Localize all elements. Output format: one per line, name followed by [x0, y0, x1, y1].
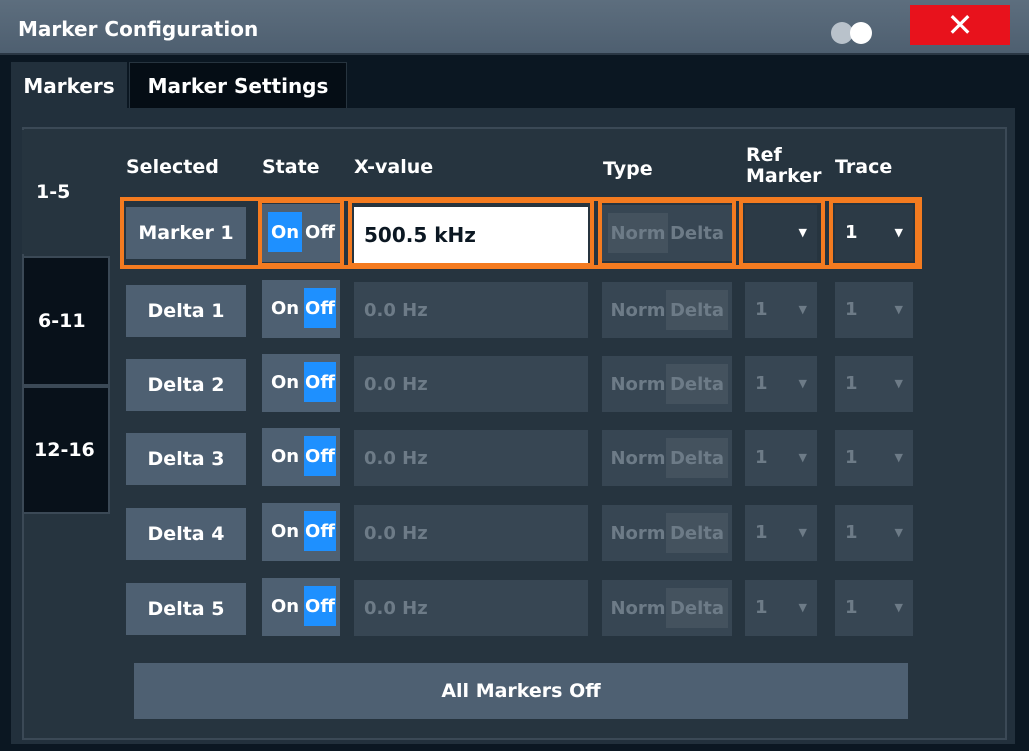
- delta-5-x-value-input[interactable]: 0.0 Hz: [354, 580, 588, 636]
- marker-1-type-selector: Norm Delta: [602, 205, 732, 261]
- state-on[interactable]: On: [268, 288, 302, 328]
- delta-5-type-selector: Norm Delta: [602, 580, 732, 636]
- delta-5-trace-dropdown[interactable]: 1 ▼: [835, 580, 913, 636]
- marker-configuration-dialog: Marker Configuration ✕ Markers Marker Se…: [0, 0, 1029, 751]
- delta-2-trace-dropdown[interactable]: 1 ▼: [835, 356, 913, 412]
- chevron-down-icon: ▼: [798, 601, 807, 614]
- chevron-down-icon: ▼: [798, 526, 807, 539]
- chevron-down-icon: ▼: [894, 226, 903, 239]
- chevron-down-icon: ▼: [798, 303, 807, 316]
- delta-2-state-toggle[interactable]: On Off: [262, 354, 340, 412]
- type-norm: Norm: [610, 522, 666, 544]
- close-icon: ✕: [946, 6, 974, 44]
- delta-1-trace-dropdown[interactable]: 1 ▼: [835, 282, 913, 338]
- delta-4-x-value-input[interactable]: 0.0 Hz: [354, 505, 588, 561]
- type-norm: Norm: [610, 299, 666, 321]
- delta-3-state-toggle[interactable]: On Off: [262, 428, 340, 486]
- tab-marker-settings[interactable]: Marker Settings: [129, 62, 347, 109]
- state-on[interactable]: On: [268, 212, 302, 252]
- delta-1-state-toggle[interactable]: On Off: [262, 280, 340, 338]
- delta-2-x-value-input[interactable]: 0.0 Hz: [354, 356, 588, 412]
- chevron-down-icon: ▼: [894, 303, 903, 316]
- delta-4-ref-marker-dropdown[interactable]: 1 ▼: [745, 505, 817, 561]
- marker-1-trace-dropdown[interactable]: 1 ▼: [835, 205, 913, 261]
- range-tab-12-16[interactable]: 12-16: [22, 386, 110, 514]
- chevron-down-icon: ▼: [894, 451, 903, 464]
- delta-2-ref-marker-dropdown[interactable]: 1 ▼: [745, 356, 817, 412]
- type-delta: Delta: [666, 364, 728, 404]
- display-toggle-icon[interactable]: [831, 22, 877, 44]
- header-trace: Trace: [835, 156, 893, 178]
- marker-1-x-value-input[interactable]: 500.5 kHz: [354, 207, 588, 263]
- header-x-value: X-value: [354, 156, 434, 178]
- delta-5-ref-marker-dropdown[interactable]: 1 ▼: [745, 580, 817, 636]
- type-norm: Norm: [610, 447, 666, 469]
- delta-1-x-value-input[interactable]: 0.0 Hz: [354, 282, 588, 338]
- state-off[interactable]: Off: [304, 362, 336, 402]
- state-off[interactable]: Off: [304, 511, 336, 551]
- range-tab-1-5[interactable]: 1-5: [22, 130, 110, 254]
- marker-1-select-button[interactable]: Marker 1: [126, 207, 246, 259]
- chevron-down-icon: ▼: [798, 226, 807, 239]
- state-on[interactable]: On: [268, 511, 302, 551]
- state-off[interactable]: Off: [304, 586, 336, 626]
- delta-4-select-button[interactable]: Delta 4: [126, 508, 246, 560]
- state-on[interactable]: On: [268, 586, 302, 626]
- delta-3-select-button[interactable]: Delta 3: [126, 433, 246, 485]
- header-type: Type: [603, 158, 653, 180]
- range-tab-6-11[interactable]: 6-11: [22, 256, 110, 386]
- delta-3-x-value-input[interactable]: 0.0 Hz: [354, 430, 588, 486]
- type-delta: Delta: [666, 438, 728, 478]
- dialog-title: Marker Configuration: [18, 17, 259, 41]
- close-button[interactable]: ✕: [910, 5, 1010, 45]
- chevron-down-icon: ▼: [798, 451, 807, 464]
- type-norm: Norm: [610, 373, 666, 395]
- delta-2-type-selector: Norm Delta: [602, 356, 732, 412]
- type-delta: Delta: [669, 222, 725, 244]
- type-delta: Delta: [666, 290, 728, 330]
- delta-4-type-selector: Norm Delta: [602, 505, 732, 561]
- state-on[interactable]: On: [268, 362, 302, 402]
- header-state: State: [262, 156, 320, 178]
- type-norm: Norm: [608, 213, 668, 253]
- type-norm: Norm: [610, 597, 666, 619]
- delta-5-state-toggle[interactable]: On Off: [262, 578, 340, 636]
- delta-3-trace-dropdown[interactable]: 1 ▼: [835, 430, 913, 486]
- state-on[interactable]: On: [268, 436, 302, 476]
- delta-5-select-button[interactable]: Delta 5: [126, 583, 246, 635]
- chevron-down-icon: ▼: [798, 377, 807, 390]
- tab-markers[interactable]: Markers: [11, 62, 127, 109]
- delta-3-ref-marker-dropdown[interactable]: 1 ▼: [745, 430, 817, 486]
- header-selected: Selected: [126, 156, 219, 178]
- state-off[interactable]: Off: [304, 212, 336, 252]
- delta-4-state-toggle[interactable]: On Off: [262, 503, 340, 561]
- delta-1-select-button[interactable]: Delta 1: [126, 285, 246, 337]
- delta-2-select-button[interactable]: Delta 2: [126, 359, 246, 411]
- state-off[interactable]: Off: [304, 436, 336, 476]
- state-off[interactable]: Off: [304, 288, 336, 328]
- type-delta: Delta: [666, 588, 728, 628]
- chevron-down-icon: ▼: [894, 377, 903, 390]
- all-markers-off-button[interactable]: All Markers Off: [134, 663, 908, 719]
- delta-1-ref-marker-dropdown[interactable]: 1 ▼: [745, 282, 817, 338]
- chevron-down-icon: ▼: [894, 526, 903, 539]
- delta-4-trace-dropdown[interactable]: 1 ▼: [835, 505, 913, 561]
- marker-1-ref-marker-dropdown: ▼: [745, 205, 817, 261]
- delta-3-type-selector: Norm Delta: [602, 430, 732, 486]
- marker-1-state-toggle[interactable]: On Off: [262, 204, 340, 262]
- delta-1-type-selector: Norm Delta: [602, 282, 732, 338]
- chevron-down-icon: ▼: [894, 601, 903, 614]
- title-bar: Marker Configuration ✕: [0, 0, 1029, 55]
- header-ref-marker: Ref Marker: [746, 144, 822, 187]
- type-delta: Delta: [666, 513, 728, 553]
